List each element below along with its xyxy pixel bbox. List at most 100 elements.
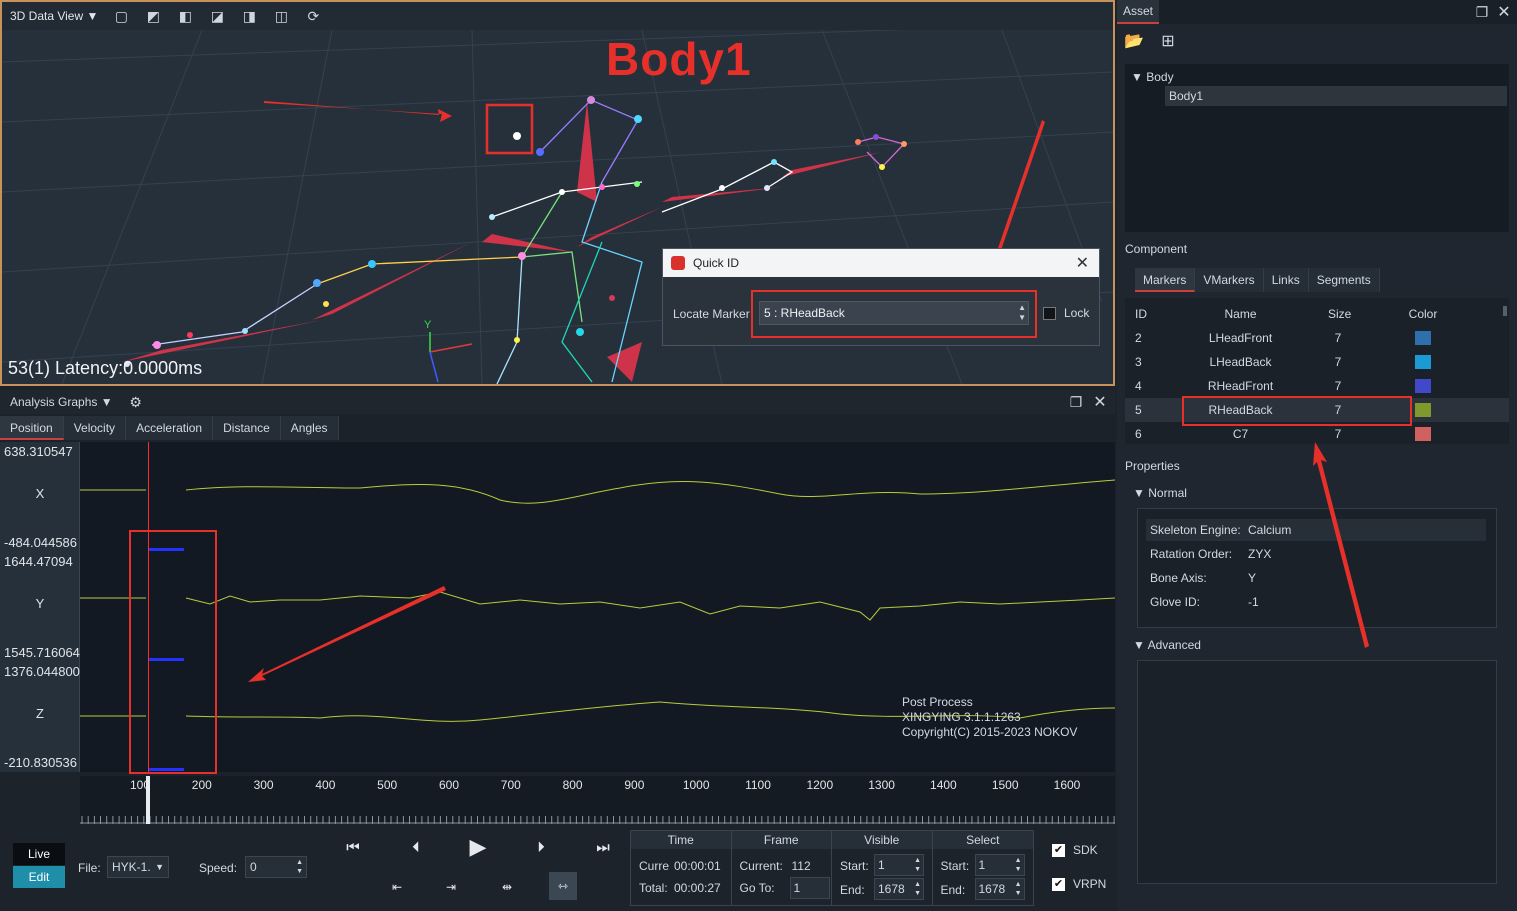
- tab-vmarkers[interactable]: VMarkers: [1195, 268, 1264, 292]
- graph-plot[interactable]: [80, 442, 1116, 552]
- advanced-section-toggle[interactable]: ▼ Advanced: [1133, 638, 1201, 652]
- sdk-label: SDK: [1073, 843, 1098, 857]
- ruler-tick-label: 200: [191, 778, 212, 792]
- tab-segments[interactable]: Segments: [1308, 268, 1380, 292]
- visible-start-value: 1: [878, 858, 885, 872]
- table-row[interactable]: 4 RHeadFront 7: [1135, 374, 1510, 398]
- visible-end-value: 1678: [878, 882, 905, 896]
- version-watermark: Post Process XINGYING 3.1.1.1263 Copyrig…: [902, 695, 1077, 740]
- tree-item-body1[interactable]: Body1: [1165, 86, 1507, 106]
- select-start-spinbox[interactable]: 1 ▲ ▼: [974, 854, 1025, 876]
- vrpn-checkbox[interactable]: ✔ VRPN: [1052, 877, 1106, 891]
- column-header-id: ID: [1135, 307, 1147, 321]
- caret-down-icon[interactable]: ▼: [1133, 638, 1145, 652]
- marker-name: LHeadBack: [1209, 355, 1272, 369]
- marker-color-swatch[interactable]: [1415, 427, 1431, 441]
- component-tabs: Markers VMarkers Links Segments: [1135, 268, 1380, 292]
- play-icon[interactable]: ▶: [465, 834, 491, 860]
- tab-angles[interactable]: Angles: [280, 416, 339, 440]
- view-front-icon[interactable]: ▢: [112, 7, 130, 25]
- component-title: Component: [1125, 242, 1188, 256]
- table-row[interactable]: 2 LHeadFront 7: [1135, 326, 1510, 350]
- tab-markers[interactable]: Markers: [1135, 268, 1196, 292]
- lane-min-value: -484.044586: [4, 535, 78, 550]
- caret-down-icon[interactable]: ▼: [1131, 70, 1143, 84]
- checkbox-checked-icon[interactable]: ✔: [1052, 843, 1065, 857]
- view-side-icon[interactable]: ◧: [176, 7, 194, 25]
- tree-item-label: Body: [1146, 70, 1174, 84]
- property-value[interactable]: Calcium: [1248, 519, 1291, 541]
- ruler-tick-label: 600: [438, 778, 460, 792]
- graph-plot[interactable]: [80, 552, 1116, 662]
- set-out-point-icon[interactable]: ⇥: [440, 876, 462, 898]
- live-mode-button[interactable]: Live: [13, 843, 65, 865]
- property-value: Y: [1248, 571, 1257, 585]
- marker-color-swatch[interactable]: [1415, 403, 1431, 417]
- view-perspective-icon[interactable]: ◪: [208, 7, 226, 25]
- ruler-tick-label: 400: [315, 778, 336, 792]
- step-back-icon[interactable]: ⏴: [403, 836, 429, 858]
- analysis-graphs-dropdown[interactable]: Analysis Graphs ▼: [10, 395, 113, 409]
- scrollbar-thumb[interactable]: [1503, 306, 1507, 316]
- view-top-icon[interactable]: ◩: [144, 7, 162, 25]
- checkbox-unchecked-icon[interactable]: [1043, 306, 1056, 320]
- close-icon[interactable]: ✕: [1495, 3, 1513, 21]
- timeline-cursor[interactable]: [146, 776, 150, 824]
- tab-distance[interactable]: Distance: [213, 416, 281, 440]
- step-forward-icon[interactable]: ⏵: [528, 836, 554, 858]
- select-end-spinbox[interactable]: 1678 ▲ ▼: [974, 878, 1025, 900]
- tree-item-body[interactable]: ▼ Body: [1131, 70, 1174, 84]
- open-folder-icon[interactable]: 📂: [1124, 32, 1144, 50]
- file-label: File:: [78, 861, 101, 875]
- goto-frame-input[interactable]: 1: [789, 877, 830, 899]
- skip-to-end-icon[interactable]: ⏭: [590, 836, 616, 858]
- timeline-ruler[interactable]: 100 200 300 400 500 600 700 800 900 1000 1100 1200 1…: [80, 776, 1115, 824]
- select-start-value: 1: [978, 858, 986, 872]
- sdk-checkbox[interactable]: ✔ SDK: [1052, 843, 1098, 857]
- visible-start-spinbox[interactable]: 1 ▲ ▼: [874, 854, 924, 876]
- spinbox-arrows-icon[interactable]: ▲ ▼: [914, 856, 921, 874]
- 3d-data-view[interactable]: Y 3D Data View ▼ ▢ ◩ ◧ ◪ ◨ ◫ ⟳ Body1 53(…: [0, 0, 1115, 386]
- spinbox-arrows-icon[interactable]: ▲ ▼: [1015, 856, 1022, 874]
- tab-links[interactable]: Links: [1263, 268, 1309, 292]
- visible-end-label: End:: [840, 883, 865, 897]
- marker-color-swatch[interactable]: [1415, 355, 1431, 369]
- spinbox-arrows-icon[interactable]: ▲ ▼: [1015, 880, 1022, 898]
- set-in-point-icon[interactable]: ⇤: [386, 876, 408, 898]
- loop-range-icon[interactable]: ⇿: [549, 872, 577, 900]
- view-mode-dropdown[interactable]: 3D Data View ▼: [10, 9, 98, 23]
- tab-position[interactable]: Position: [0, 416, 64, 440]
- close-icon[interactable]: ✕: [1091, 393, 1109, 411]
- spinbox-arrows-icon[interactable]: ▲ ▼: [914, 880, 921, 898]
- add-asset-icon[interactable]: ⊞: [1159, 32, 1177, 50]
- trim-range-icon[interactable]: ⇹: [496, 876, 518, 898]
- restore-window-icon[interactable]: ❐: [1067, 393, 1085, 411]
- visible-end-spinbox[interactable]: 1678 ▲ ▼: [874, 878, 924, 900]
- marker-size: 7: [1334, 427, 1342, 441]
- tab-asset[interactable]: Asset: [1117, 0, 1160, 24]
- edit-mode-button[interactable]: Edit: [13, 866, 65, 888]
- property-label: Glove ID:: [1150, 595, 1201, 609]
- gear-icon[interactable]: ⚙: [127, 393, 145, 411]
- view-right-icon[interactable]: ◫: [272, 7, 290, 25]
- refresh-icon[interactable]: ⟳: [304, 7, 322, 25]
- tab-acceleration[interactable]: Acceleration: [126, 416, 214, 440]
- table-row[interactable]: 3 LHeadBack 7: [1135, 350, 1510, 374]
- file-select[interactable]: HYK-1. ▼: [107, 856, 169, 878]
- speed-spinbox[interactable]: 0 ▲ ▼: [245, 856, 307, 878]
- lock-checkbox[interactable]: Lock: [1043, 306, 1089, 320]
- spinbox-arrows-icon[interactable]: ▲ ▼: [296, 858, 303, 876]
- column-header-color: Color: [1408, 307, 1438, 321]
- normal-section-toggle[interactable]: ▼ Normal: [1133, 486, 1187, 500]
- goto-frame-value: 1: [793, 881, 801, 895]
- tab-velocity[interactable]: Velocity: [63, 416, 127, 440]
- caret-down-icon[interactable]: ▼: [1133, 486, 1145, 500]
- checkbox-checked-icon[interactable]: ✔: [1052, 877, 1065, 891]
- goto-frame-label: Go To:: [739, 881, 775, 895]
- skip-to-start-icon[interactable]: ⏮: [340, 836, 366, 858]
- marker-color-swatch[interactable]: [1415, 379, 1431, 393]
- marker-color-swatch[interactable]: [1415, 331, 1431, 345]
- close-icon[interactable]: ✕: [1076, 253, 1089, 273]
- view-left-icon[interactable]: ◨: [240, 7, 258, 25]
- restore-window-icon[interactable]: ❐: [1473, 3, 1491, 21]
